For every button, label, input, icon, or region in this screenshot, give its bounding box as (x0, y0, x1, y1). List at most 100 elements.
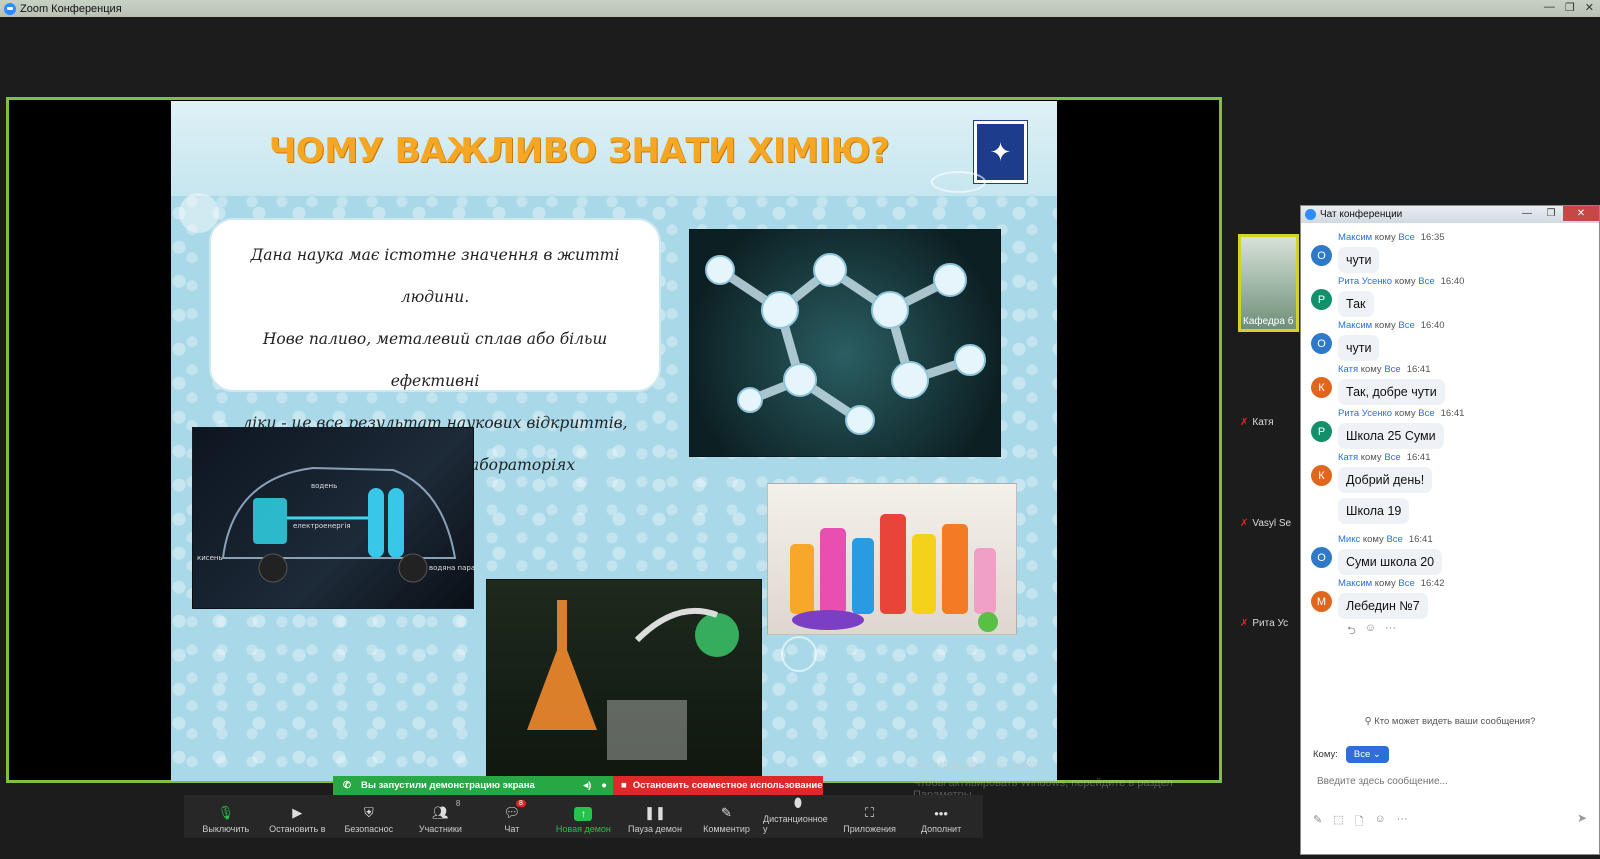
participant-tile[interactable]: ✗ Рита Ус (1240, 618, 1288, 629)
message-meta: Рита Усенко кому Все 16:40 (1338, 276, 1464, 289)
chat-message: Р Рита Усенко кому Все 16:40 Так (1311, 276, 1599, 317)
sender-name[interactable]: Катя (1338, 452, 1358, 463)
recipient-dropdown[interactable]: Все ⌄ (1345, 746, 1389, 763)
more-actions-icon[interactable]: ··· (1385, 622, 1396, 641)
sharing-status-text: Вы запустили демонстрацию экрана (360, 780, 535, 791)
mute-button[interactable]: 🎙︎ Выключить (191, 805, 261, 834)
security-label: Безопаснос (344, 824, 394, 834)
zoom-logo-icon (4, 2, 16, 15)
chat-messages: О Максим кому Все 16:35 чути Р Рита Усенк… (1301, 223, 1599, 703)
message-time: 16:41 (1406, 364, 1431, 375)
to-word: кому (1394, 276, 1416, 287)
new-share-label: Новая демон (555, 824, 611, 834)
to-word: кому (1374, 320, 1396, 331)
chat-button[interactable]: 💬︎ 8 Чат (477, 800, 547, 834)
emoji-icon[interactable]: ☺ (1374, 813, 1385, 832)
emoji-reaction-icon[interactable]: ☺ (1365, 622, 1376, 641)
participant-name: Рита Ус (1252, 618, 1289, 629)
molecule-image (689, 229, 1001, 457)
screenshot-icon[interactable]: ⬚ (1333, 813, 1343, 832)
reply-icon[interactable]: ⮌ (1347, 622, 1356, 641)
maximize-button[interactable]: ❐ (1565, 1, 1575, 14)
slide-text-line: Дана наука має істотне значення в житті … (250, 246, 620, 306)
phone-icon: ✆ (343, 780, 351, 791)
sender-name[interactable]: Рита Усенко (1338, 408, 1392, 419)
pause-icon: ❚❚ (644, 805, 666, 820)
chat-unread-badge: 8 (515, 800, 526, 807)
stop-video-button[interactable]: ▶ Остановить в (262, 805, 332, 834)
chat-minimize-button[interactable]: — (1515, 206, 1539, 221)
recipient: Все (1418, 408, 1435, 419)
message-meta: Максим кому Все 16:35 (1338, 232, 1445, 245)
apps-button[interactable]: ⛶ Приложения (835, 805, 905, 834)
stop-icon: ■ (621, 780, 627, 791)
format-icon[interactable]: ✎ (1313, 813, 1322, 832)
household-chemicals-image (767, 483, 1017, 635)
chat-visibility-info[interactable]: ⚲ Кто может видеть ваши сообщения? (1301, 716, 1599, 727)
chat-message: О Максим кому Все 16:40 чути (1311, 320, 1599, 361)
message-time: 16:40 (1420, 320, 1445, 331)
remote-control-button[interactable]: ⬮ Дистанционное у (763, 795, 833, 834)
security-button[interactable]: ⛨ Безопаснос (334, 805, 404, 834)
minimize-button[interactable]: — (1544, 1, 1555, 14)
zoom-logo-icon (1305, 209, 1316, 220)
chat-window: Чат конференции — ❐ ✕ О Максим кому Все 1… (1300, 205, 1600, 855)
message-meta: Катя кому Все 16:41 (1338, 452, 1432, 465)
chat-input-toolbar: ✎ ⬚ 🗋︎ ☺ ··· (1313, 813, 1408, 832)
recipient: Все (1398, 320, 1415, 331)
message-text: Добрий день! (1338, 467, 1433, 493)
file-icon[interactable]: 🗋︎ (1355, 813, 1364, 832)
send-icon[interactable]: ➤ (1577, 811, 1587, 825)
chat-message-input[interactable] (1317, 771, 1587, 791)
sender-name[interactable]: Рита Усенко (1338, 276, 1392, 287)
presentation-slide: ЧОМУ ВАЖЛИВО ЗНАТИ ХІМІЮ? ✦ Дана наука м… (171, 101, 1057, 781)
message-text: чути (1338, 247, 1380, 273)
decorative-drop (931, 171, 986, 193)
sender-name[interactable]: Максим (1338, 232, 1372, 243)
message-text: чути (1338, 335, 1380, 361)
participant-tile[interactable]: ✗ Vasyl Se (1240, 518, 1291, 529)
chat-label: Чат (504, 824, 520, 834)
apps-label: Приложения (843, 824, 896, 834)
active-participant-tile[interactable]: Кафедра б (1238, 234, 1299, 332)
sender-name[interactable]: Катя (1338, 364, 1358, 375)
avatar: М (1311, 591, 1332, 612)
participant-tile[interactable]: ✗ Катя (1240, 417, 1274, 428)
shield-check-icon: ● (601, 780, 607, 791)
more-button[interactable]: ••• Дополнит (906, 805, 976, 835)
close-button[interactable]: ✕ (1585, 1, 1594, 14)
message-actions: ⮌ ☺ ··· (1347, 622, 1599, 641)
avatar: К (1311, 465, 1332, 486)
message-meta: Микс кому Все 16:41 (1338, 534, 1442, 547)
more-options-icon[interactable]: ··· (1397, 813, 1408, 832)
user-lock-icon: ⚲ (1364, 716, 1372, 727)
sender-name[interactable]: Максим (1338, 578, 1372, 589)
participants-button[interactable]: 👥︎ 8 Участники (405, 799, 475, 834)
audio-icon: ◂) (583, 780, 592, 791)
sender-name[interactable]: Максим (1338, 320, 1372, 331)
more-label: Дополнит (920, 824, 962, 834)
message-text: Школа 25 Суми (1338, 423, 1444, 449)
sender-name[interactable]: Микс (1338, 534, 1360, 545)
message-text: Суми школа 20 (1338, 549, 1443, 575)
chat-title: Чат конференции (1320, 209, 1403, 220)
recipient-label: Кому: (1313, 749, 1338, 760)
car-label-hydrogen: водень (311, 482, 337, 490)
message-time: 16:41 (1440, 408, 1465, 419)
chat-message: К Катя кому Все 16:41 Добрий день! (1311, 452, 1599, 493)
video-camera-icon: ▶ (292, 805, 303, 820)
annotate-button[interactable]: ✎ Комментир (691, 805, 761, 834)
chat-maximize-button[interactable]: ❐ (1539, 206, 1563, 221)
sharing-status: ✆ Вы запустили демонстрацию экрана ◂) ● (333, 776, 613, 795)
chat-close-button[interactable]: ✕ (1563, 206, 1599, 221)
pause-share-button[interactable]: ❚❚ Пауза демон (620, 805, 690, 834)
new-share-button[interactable]: ↑ Новая демон (548, 807, 618, 834)
avatar: О (1311, 547, 1332, 568)
slide-text-line: Нове паливо, металевий сплав або більш е… (262, 330, 608, 390)
laboratory-image (486, 579, 762, 781)
chat-message: О Микс кому Все 16:41 Суми школа 20 (1311, 534, 1599, 575)
shared-screen: ЧОМУ ВАЖЛИВО ЗНАТИ ХІМІЮ? ✦ Дана наука м… (6, 97, 1222, 838)
stop-share-button[interactable]: ■ Остановить совместное использование (613, 776, 823, 795)
recipient: Все (1384, 452, 1401, 463)
slide-title: ЧОМУ ВАЖЛИВО ЗНАТИ ХІМІЮ? (268, 131, 890, 171)
